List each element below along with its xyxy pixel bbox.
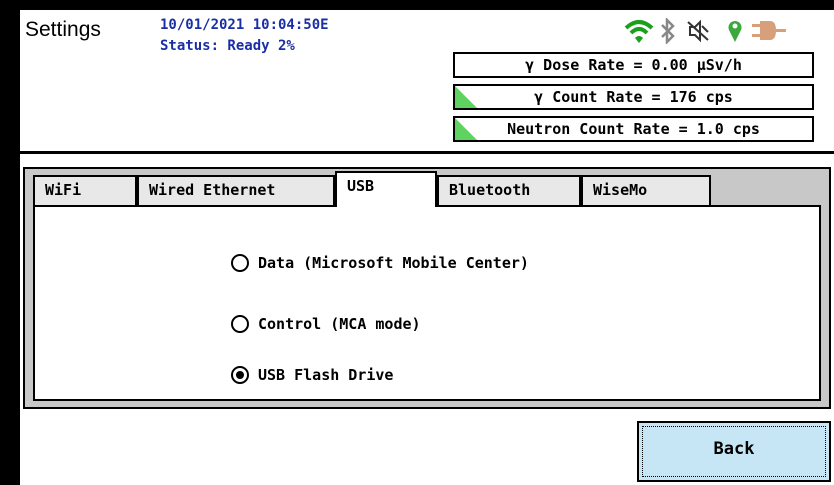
- option-control-label: Control (MCA mode): [258, 315, 421, 333]
- power-plug-icon: [752, 18, 786, 48]
- usb-tab-content: Data (Microsoft Mobile Center) Control (…: [33, 205, 821, 401]
- page-title: Settings: [25, 18, 101, 41]
- gamma-count-readout: γ Count Rate = 176 cps: [453, 84, 814, 110]
- screen: Settings 10/01/2021 10:04:50E Status: Re…: [20, 0, 834, 485]
- back-button[interactable]: Back: [637, 421, 831, 482]
- option-control[interactable]: Control (MCA mode): [231, 315, 421, 333]
- top-border: [20, 0, 834, 10]
- radio-control[interactable]: [231, 315, 249, 333]
- datetime: 10/01/2021 10:04:50E: [160, 17, 329, 33]
- tab-wisemo[interactable]: WiseMo: [581, 175, 711, 205]
- wifi-icon: [624, 18, 654, 48]
- tab-wifi[interactable]: WiFi: [33, 175, 137, 205]
- tab-usb[interactable]: USB: [335, 171, 437, 207]
- settings-panel: WiFi Wired Ethernet USB Bluetooth WiseMo…: [23, 167, 831, 409]
- option-flash-drive[interactable]: USB Flash Drive: [231, 366, 393, 384]
- tab-bluetooth[interactable]: Bluetooth: [437, 175, 581, 205]
- tab-wired-ethernet[interactable]: Wired Ethernet: [137, 175, 335, 205]
- bluetooth-icon: [659, 16, 677, 48]
- dose-rate-readout: γ Dose Rate = 0.00 µSv/h: [453, 52, 814, 78]
- gps-pin-icon: [726, 18, 744, 48]
- header-divider: [20, 151, 834, 154]
- focus-outline: [642, 426, 826, 477]
- radio-data[interactable]: [231, 254, 249, 272]
- status-icons: [624, 16, 834, 48]
- option-flash-label: USB Flash Drive: [258, 366, 394, 384]
- option-data-label: Data (Microsoft Mobile Center): [258, 254, 529, 272]
- mute-icon: [686, 18, 710, 48]
- gamma-indicator: [455, 86, 477, 108]
- neutron-indicator: [455, 118, 477, 140]
- status-text: Status: Ready 2%: [160, 38, 295, 54]
- tab-bar: WiFi Wired Ethernet USB Bluetooth WiseMo: [25, 169, 829, 207]
- neutron-count-readout: Neutron Count Rate = 1.0 cps: [453, 116, 814, 142]
- radio-flash-drive[interactable]: [231, 366, 249, 384]
- option-data[interactable]: Data (Microsoft Mobile Center): [231, 254, 529, 272]
